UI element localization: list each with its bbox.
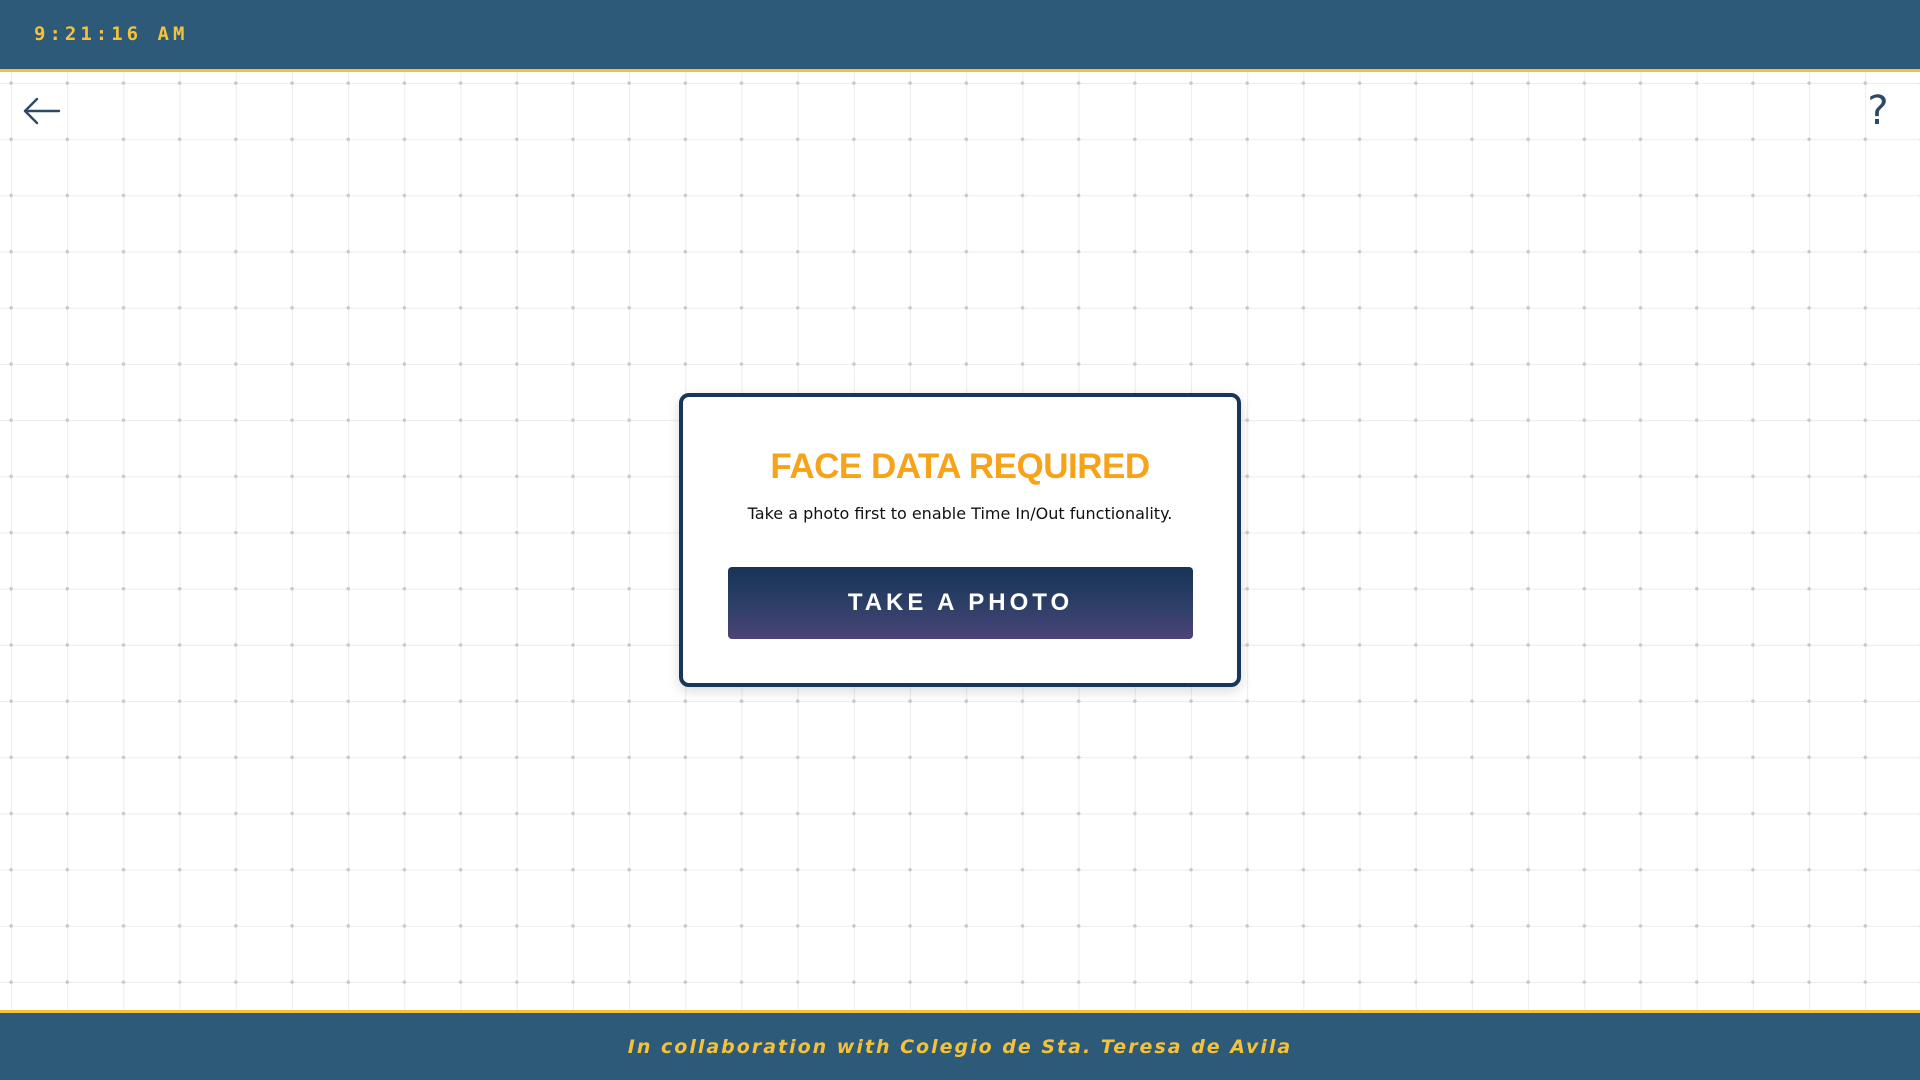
footer-text: In collaboration with Colegio de Sta. Te… [627, 1036, 1293, 1058]
back-button[interactable] [22, 94, 62, 128]
footer: In collaboration with Colegio de Sta. Te… [0, 1010, 1920, 1080]
clock: 9:21:16 AM [34, 23, 189, 45]
top-bar: 9:21:16 AM [0, 0, 1920, 72]
help-button[interactable]: ? [1858, 86, 1898, 136]
dialog-message: Take a photo first to enable Time In/Out… [747, 504, 1173, 523]
take-photo-button[interactable]: TAKE A PHOTO [728, 567, 1193, 639]
question-icon: ? [1867, 88, 1889, 134]
dialog-title: FACE DATA REQUIRED [770, 447, 1150, 486]
face-data-dialog: FACE DATA REQUIRED Take a photo first to… [679, 393, 1241, 687]
arrow-left-icon [23, 97, 61, 125]
